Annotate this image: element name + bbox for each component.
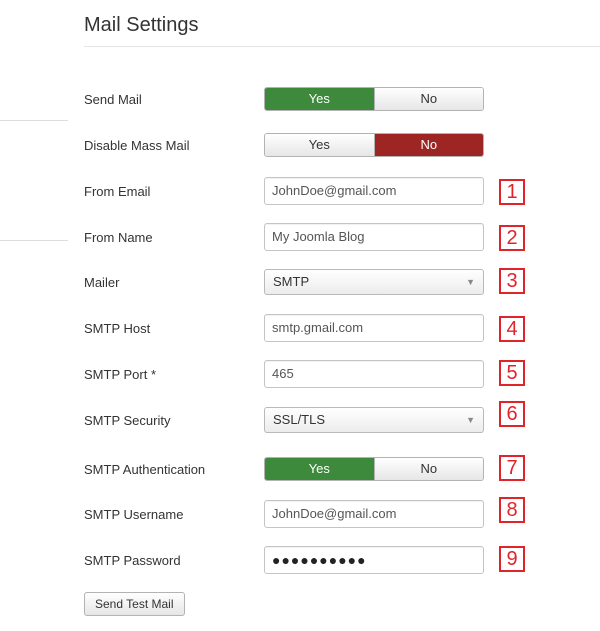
smtp-host-label: SMTP Host — [84, 321, 151, 336]
from-email-row: From Email JohnDoe@gmail.com 1 — [0, 177, 600, 207]
smtp-port-label: SMTP Port * — [84, 367, 157, 382]
disable-mass-mail-yes-button[interactable]: Yes — [265, 134, 374, 156]
callout-marker: 6 — [499, 401, 525, 427]
page-title: Mail Settings — [84, 14, 199, 36]
from-name-input[interactable]: My Joomla Blog — [264, 223, 484, 251]
smtp-username-label: SMTP Username — [84, 507, 184, 522]
smtp-username-row: SMTP Username JohnDoe@gmail.com 8 — [0, 497, 600, 530]
smtp-host-row: SMTP Host smtp.gmail.com 4 — [0, 314, 600, 344]
from-email-label: From Email — [84, 184, 151, 199]
smtp-auth-no-button[interactable]: No — [373, 458, 483, 480]
smtp-password-label: SMTP Password — [84, 553, 181, 568]
sidebar-divider — [0, 120, 68, 121]
send-mail-yes-button[interactable]: Yes — [265, 88, 374, 110]
mailer-label: Mailer — [84, 275, 120, 290]
callout-marker: 2 — [499, 225, 525, 251]
mailer-row: Mailer SMTP ▼ 3 — [0, 268, 600, 298]
smtp-security-select[interactable]: SSL/TLS ▼ — [264, 407, 484, 433]
smtp-auth-toggle: Yes No — [264, 455, 484, 483]
smtp-password-input[interactable]: ●●●●●●●●●● — [264, 546, 484, 574]
smtp-host-input[interactable]: smtp.gmail.com — [264, 314, 484, 342]
smtp-password-row: SMTP Password ●●●●●●●●●● 9 — [0, 546, 600, 576]
smtp-security-row: SMTP Security SSL/TLS ▼ 6 — [0, 401, 600, 436]
from-email-input[interactable]: JohnDoe@gmail.com — [264, 177, 484, 205]
disable-mass-mail-row: Disable Mass Mail Yes No — [0, 131, 600, 161]
disable-mass-mail-label: Disable Mass Mail — [84, 138, 190, 153]
mailer-select[interactable]: SMTP ▼ — [264, 269, 484, 295]
from-name-label: From Name — [84, 230, 153, 245]
smtp-port-input[interactable]: 465 — [264, 360, 484, 388]
callout-marker: 4 — [499, 316, 525, 342]
callout-marker: 8 — [499, 497, 525, 523]
smtp-auth-row: SMTP Authentication Yes No 7 — [0, 455, 600, 485]
title-divider — [84, 46, 600, 47]
from-name-row: From Name My Joomla Blog 2 — [0, 223, 600, 253]
disable-mass-mail-toggle: Yes No — [264, 131, 484, 159]
smtp-auth-label: SMTP Authentication — [84, 462, 206, 477]
smtp-port-row: SMTP Port * 465 5 — [0, 360, 600, 390]
smtp-username-input[interactable]: JohnDoe@gmail.com — [264, 500, 484, 528]
send-mail-toggle: Yes No — [264, 85, 484, 113]
callout-marker: 7 — [499, 455, 525, 481]
smtp-auth-yes-button[interactable]: Yes — [265, 458, 374, 480]
send-test-mail-button[interactable]: Send Test Mail — [84, 592, 185, 616]
send-mail-label: Send Mail — [84, 92, 142, 107]
caret-down-icon: ▼ — [466, 277, 475, 287]
smtp-security-select-value: SSL/TLS — [273, 412, 326, 427]
caret-down-icon: ▼ — [466, 415, 475, 425]
callout-marker: 5 — [499, 360, 525, 386]
smtp-security-label: SMTP Security — [84, 413, 171, 428]
mailer-select-value: SMTP — [273, 274, 310, 289]
disable-mass-mail-no-button[interactable]: No — [373, 134, 483, 156]
callout-marker: 3 — [499, 268, 525, 294]
send-mail-no-button[interactable]: No — [373, 88, 483, 110]
callout-marker: 1 — [499, 179, 525, 205]
send-mail-row: Send Mail Yes No — [0, 85, 600, 115]
callout-marker: 9 — [499, 546, 525, 572]
